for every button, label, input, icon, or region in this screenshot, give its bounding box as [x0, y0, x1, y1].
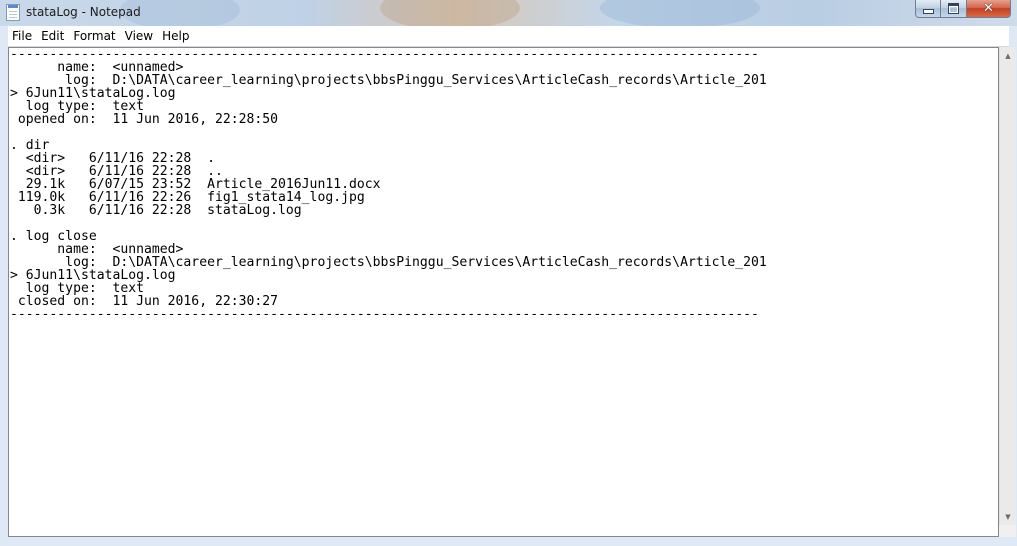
editor-content[interactable]: ----------------------------------------… [9, 48, 998, 321]
scroll-down-icon[interactable]: ▼ [1000, 508, 1016, 525]
menu-file[interactable]: File [8, 26, 37, 46]
notepad-icon[interactable] [6, 4, 20, 21]
editor-line: ----------------------------------------… [10, 307, 759, 322]
window-title: stataLog - Notepad [26, 5, 141, 19]
menu-view[interactable]: View [121, 26, 158, 46]
resize-grip[interactable] [999, 525, 1016, 537]
title-bar[interactable]: stataLog - Notepad ✕ [0, 0, 1017, 30]
menu-edit[interactable]: Edit [37, 26, 69, 46]
maximize-icon [948, 3, 959, 14]
close-button[interactable]: ✕ [967, 0, 1011, 18]
menu-bar: File Edit Format View Help [8, 26, 1009, 47]
minimize-icon [922, 9, 934, 14]
window-bottom-frame [8, 537, 1009, 546]
notepad-window: stataLog - Notepad ✕ File Edit Format Vi… [0, 0, 1017, 546]
editor-line: 0.3k 6/11/16 22:28 stataLog.log [10, 203, 302, 218]
editor-line: opened on: 11 Jun 2016, 22:28:50 [10, 112, 279, 127]
text-editor[interactable]: ----------------------------------------… [8, 47, 999, 537]
maximize-button[interactable] [941, 0, 967, 18]
editor-line: > 6Jun11\stataLog.log [10, 268, 176, 283]
minimize-button[interactable] [915, 0, 941, 18]
caption-buttons: ✕ [915, 0, 1011, 19]
editor-line: > 6Jun11\stataLog.log [10, 86, 176, 101]
scroll-up-icon[interactable]: ▲ [1000, 47, 1016, 64]
close-icon: ✕ [983, 1, 994, 16]
menu-help[interactable]: Help [158, 26, 194, 46]
menu-format[interactable]: Format [69, 26, 120, 46]
desktop-backdrop [600, 0, 760, 28]
vertical-scrollbar[interactable]: ▲ ▼ [999, 47, 1016, 525]
